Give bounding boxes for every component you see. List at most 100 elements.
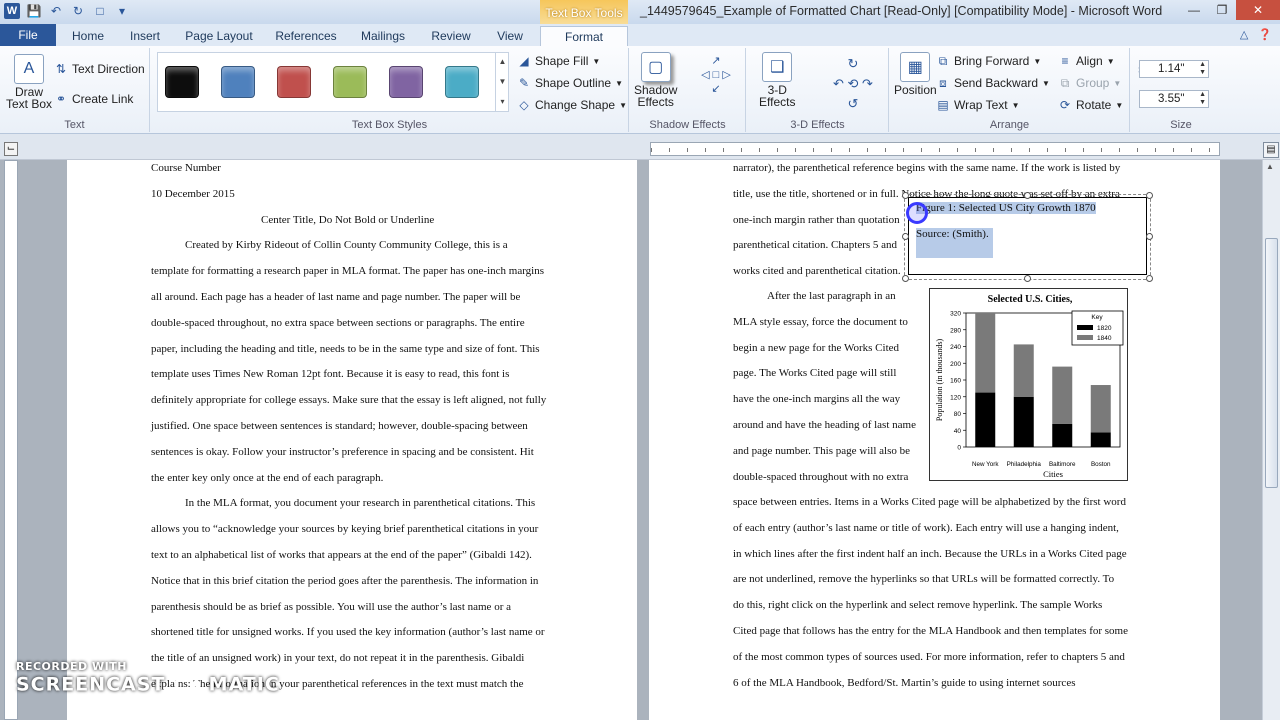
- help-icon[interactable]: ❓: [1258, 28, 1272, 41]
- 3d-effects-button[interactable]: ❑ 3-D Effects: [759, 52, 795, 109]
- create-link-button[interactable]: ⚭ Create Link: [54, 92, 133, 106]
- shape-fill-button[interactable]: ◢ Shape Fill ▼: [517, 54, 600, 68]
- style-swatch-aqua[interactable]: [445, 66, 479, 98]
- rotate-button[interactable]: ⟳ Rotate ▼: [1058, 98, 1123, 112]
- redo-icon[interactable]: ↻: [70, 3, 86, 19]
- tab-home[interactable]: Home: [62, 26, 114, 46]
- body-text-line[interactable]: narrator), the parenthetical reference b…: [733, 162, 1120, 174]
- body-text-line[interactable]: around and have the heading of last name: [733, 419, 916, 431]
- body-text-line[interactable]: are not underlined, remove the hyperlink…: [733, 573, 1114, 585]
- tilt-controls[interactable]: ↻ ↶ ⟲ ↷ ↺: [823, 54, 883, 112]
- send-backward-button[interactable]: ⧈ Send Backward ▼: [936, 76, 1050, 91]
- shadow-effects-button[interactable]: ▢ Shadow Effects: [634, 52, 677, 109]
- caption-text-box[interactable]: Figure 1: Selected US City Growth 1870 S…: [908, 197, 1147, 275]
- body-text-line[interactable]: works cited and parenthetical citation.: [733, 265, 901, 277]
- body-text-line[interactable]: definitely appropriate for college essay…: [151, 394, 546, 406]
- page-left[interactable]: Course Number 10 December 2015 Center Titl…: [67, 160, 637, 720]
- body-text-line[interactable]: have the one-inch margins all the way: [733, 393, 900, 405]
- shape-outline-button[interactable]: ✎ Shape Outline ▼: [517, 76, 623, 90]
- shape-height-input[interactable]: 1.14" ▲ ▼: [1139, 60, 1209, 78]
- save-icon[interactable]: 💾: [26, 3, 42, 19]
- body-text-line[interactable]: MLA style essay, force the document to: [733, 316, 908, 328]
- body-text-line[interactable]: Notice that in this brief citation the p…: [151, 575, 538, 587]
- height-spinner-icon[interactable]: ▲ ▼: [1199, 61, 1206, 77]
- resize-handle[interactable]: [1146, 233, 1153, 240]
- nudge-shadow-controls[interactable]: ↗ ◁ □ ▷ ↙: [694, 54, 738, 112]
- vertical-ruler[interactable]: [4, 160, 18, 720]
- horizontal-ruler[interactable]: [650, 142, 1220, 156]
- style-swatch-black[interactable]: [165, 66, 199, 98]
- customize-toolbar-icon[interactable]: ▾: [114, 3, 130, 19]
- tab-review[interactable]: Review: [422, 26, 480, 46]
- style-swatch-purple[interactable]: [389, 66, 423, 98]
- position-button[interactable]: ▦ Position: [894, 52, 937, 97]
- tab-mailings[interactable]: Mailings: [352, 26, 414, 46]
- body-text-line[interactable]: parenthesis should be as brief as possib…: [151, 601, 511, 613]
- body-text-line[interactable]: parenthetical citation. Chapters 5 and: [733, 239, 897, 251]
- body-text-line[interactable]: one-inch margin rather than quotation: [733, 214, 900, 226]
- tab-file[interactable]: File: [0, 24, 56, 46]
- width-spinner-icon[interactable]: ▲ ▼: [1199, 91, 1206, 107]
- tab-view[interactable]: View: [488, 26, 532, 46]
- align-button[interactable]: ≡ Align ▼: [1058, 54, 1114, 68]
- scroll-up-icon[interactable]: ▲: [1266, 162, 1274, 171]
- body-text-line[interactable]: paper, including the heading and title, …: [151, 343, 540, 355]
- body-text-line[interactable]: justified. One space between sentences i…: [151, 420, 528, 432]
- body-text-line[interactable]: all around. Each page has a header of la…: [151, 291, 520, 303]
- tab-page-layout[interactable]: Page Layout: [178, 26, 260, 46]
- body-text-line[interactable]: in which lines after the first indent ha…: [733, 548, 1127, 560]
- body-text-line[interactable]: the enter key only once at the end of ea…: [151, 472, 383, 484]
- vertical-scrollbar[interactable]: ▲: [1262, 160, 1280, 720]
- tab-insert[interactable]: Insert: [120, 26, 170, 46]
- body-text-line[interactable]: template uses Times New Roman 12pt font.…: [151, 368, 509, 380]
- tab-format[interactable]: Format: [540, 26, 628, 46]
- shape-width-input[interactable]: 3.55" ▲ ▼: [1139, 90, 1209, 108]
- restore-icon[interactable]: ❐: [1208, 0, 1236, 20]
- body-text-line[interactable]: Created by Kirby Rideout of Collin Count…: [185, 239, 508, 251]
- text-direction-button[interactable]: ⇅ Text Direction: [54, 62, 145, 76]
- body-text-line[interactable]: do this, right click on the hyperlink an…: [733, 599, 1102, 611]
- page-title[interactable]: Center Title, Do Not Bold or Underline: [261, 214, 434, 226]
- body-text-line[interactable]: and page number. This page will also be: [733, 445, 910, 457]
- style-swatch-green[interactable]: [333, 66, 367, 98]
- body-text-line[interactable]: allows you to “acknowledge your sources …: [151, 523, 538, 535]
- gallery-scroll[interactable]: ▲ ▼ ▾: [495, 52, 509, 112]
- view-ruler-icon[interactable]: ▤: [1263, 142, 1279, 158]
- page-right[interactable]: 6 of the MLA Handbook, Bedford/St. Marti…: [649, 160, 1220, 720]
- body-text-line[interactable]: 10 December 2015: [151, 188, 235, 200]
- scroll-thumb[interactable]: [1265, 238, 1278, 488]
- body-text-line[interactable]: begin a new page for the Works Cited: [733, 342, 899, 354]
- bring-forward-button[interactable]: ⧉ Bring Forward ▼: [936, 54, 1042, 69]
- resize-handle[interactable]: [1024, 192, 1031, 199]
- body-text-line[interactable]: Course Number: [151, 162, 221, 174]
- body-text-line[interactable]: text to an alphabetical list of works th…: [151, 549, 532, 561]
- body-text-line[interactable]: of the most common types of sources used…: [733, 651, 1125, 663]
- body-text-line[interactable]: sentences is okay. Follow your instructo…: [151, 446, 534, 458]
- body-text-line[interactable]: template for formatting a research paper…: [151, 265, 544, 277]
- word-app-icon[interactable]: W: [4, 3, 20, 19]
- style-swatch-blue[interactable]: [221, 66, 255, 98]
- resize-handle[interactable]: [1146, 275, 1153, 282]
- style-swatch-red[interactable]: [277, 66, 311, 98]
- body-text-line[interactable]: of each entry (author’s last name or tit…: [733, 522, 1119, 534]
- resize-handle[interactable]: [902, 233, 909, 240]
- tab-selector[interactable]: ⌙: [4, 142, 18, 156]
- chart[interactable]: Selected U.S. Cities, 0 40 80 120 160 200 240 28…: [929, 288, 1128, 481]
- minimize-ribbon-icon[interactable]: △: [1240, 28, 1248, 41]
- body-text-line[interactable]: 6 of the MLA Handbook, Bedford/St. Marti…: [733, 677, 1075, 689]
- undo-icon[interactable]: ↶: [48, 3, 64, 19]
- resize-handle[interactable]: [902, 192, 909, 199]
- body-text-line[interactable]: shortened title for unsigned works. If y…: [151, 626, 545, 638]
- body-text-line[interactable]: double-spaced throughout, no extra space…: [151, 317, 525, 329]
- group-button[interactable]: ⧉ Group ▼: [1058, 76, 1122, 91]
- body-text-line[interactable]: Cited page that follows has the entry fo…: [733, 625, 1128, 637]
- figure-caption[interactable]: Figure 1: Selected US City Growth 1870: [916, 202, 1096, 214]
- resize-handle[interactable]: [902, 275, 909, 282]
- body-text-line[interactable]: In the MLA format, you document your res…: [185, 497, 535, 509]
- body-text-line[interactable]: After the last paragraph in an: [767, 290, 896, 302]
- body-text-line[interactable]: page. The Works Cited page will still: [733, 367, 896, 379]
- close-icon[interactable]: ✕: [1236, 0, 1280, 20]
- wrap-text-button[interactable]: ▤ Wrap Text ▼: [936, 98, 1019, 112]
- body-text-line[interactable]: double-spaced throughout with no extra: [733, 471, 908, 483]
- tab-references[interactable]: References: [268, 26, 344, 46]
